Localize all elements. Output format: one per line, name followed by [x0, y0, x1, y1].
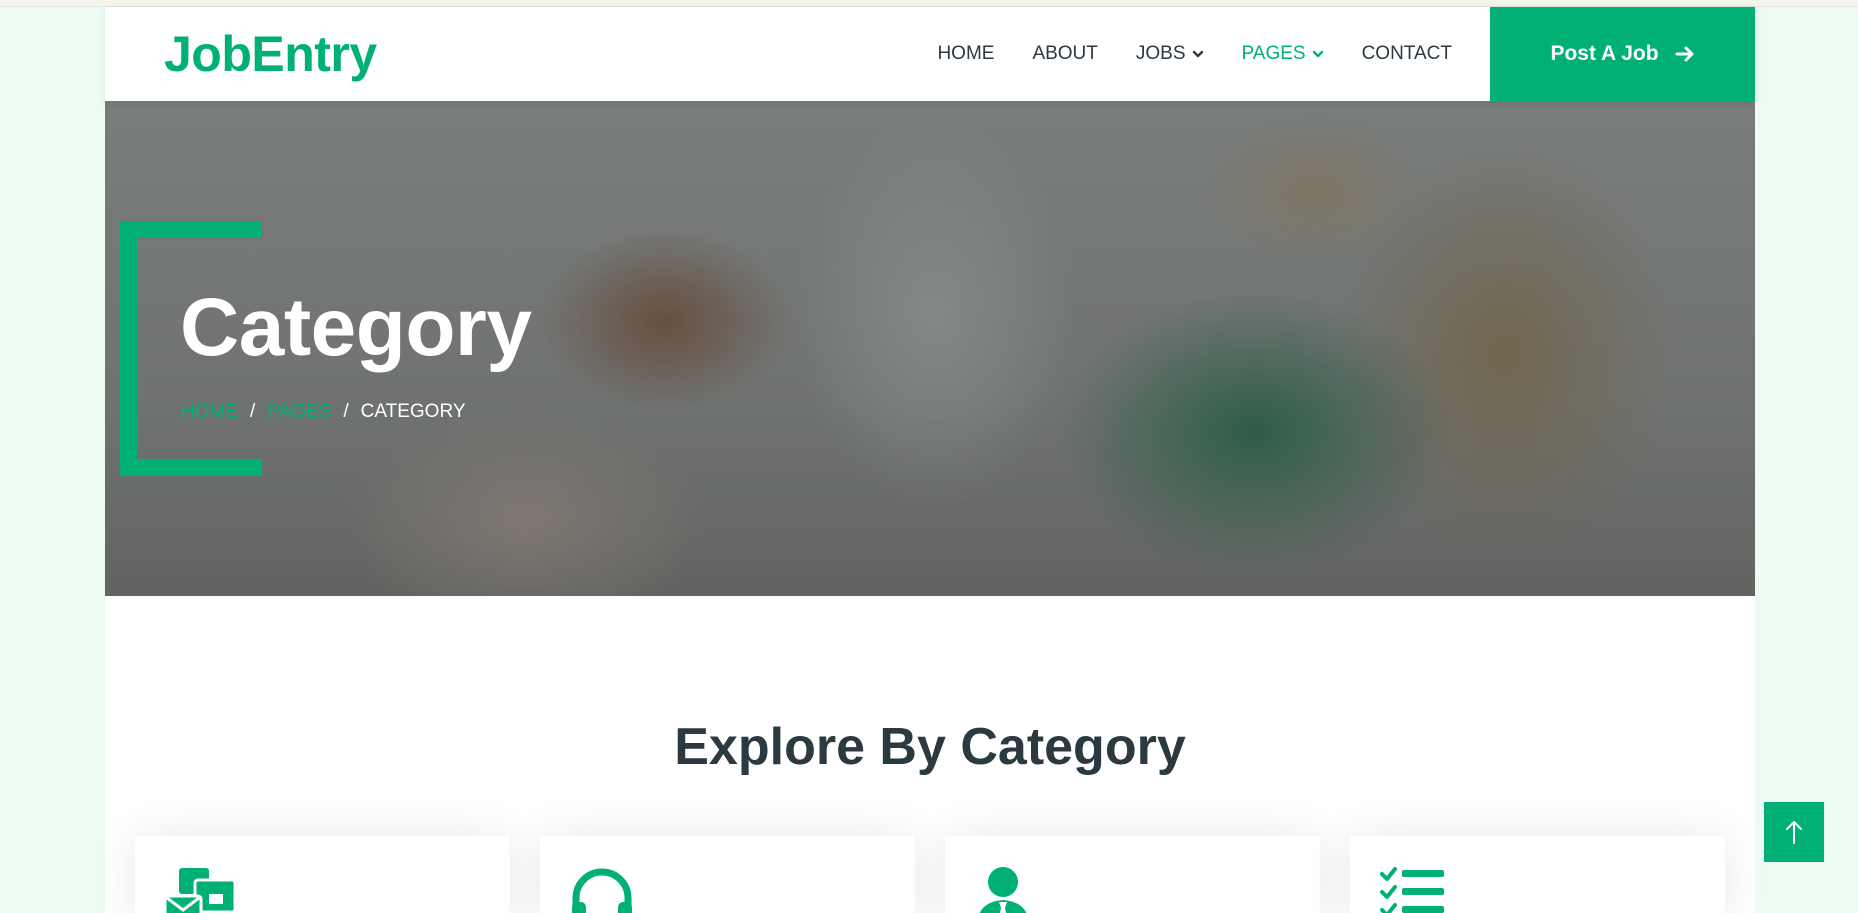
breadcrumb-home-link[interactable]: HOME — [181, 401, 238, 423]
mail-bulk-icon — [165, 868, 237, 913]
nav-item-contact[interactable]: CONTACT — [1362, 43, 1452, 65]
top-border — [0, 0, 1858, 7]
breadcrumb-separator: / — [343, 401, 349, 422]
category-card[interactable] — [1350, 836, 1725, 913]
hero-banner: Category HOME / PAGES / CATEGORY — [105, 101, 1755, 596]
post-a-job-button[interactable]: Post A Job — [1490, 7, 1755, 101]
back-to-top-button[interactable] — [1764, 802, 1824, 862]
nav-item-home[interactable]: HOME — [937, 43, 994, 65]
navbar: JobEntry HOME ABOUT JOBS PAGES CONTACT P… — [105, 7, 1755, 101]
category-cards — [135, 836, 1725, 913]
page-title: Category — [180, 282, 532, 373]
nav-item-about[interactable]: ABOUT — [1032, 43, 1097, 65]
nav-item-label: HOME — [937, 43, 995, 64]
nav-item-label: JOBS — [1135, 43, 1186, 64]
breadcrumb-separator: / — [250, 401, 256, 422]
category-card[interactable] — [945, 836, 1320, 913]
arrow-up-icon — [1786, 821, 1802, 844]
chevron-down-icon — [1192, 50, 1203, 58]
category-card[interactable] — [540, 836, 915, 913]
headset-icon — [572, 868, 632, 913]
nav-item-jobs[interactable]: JOBS — [1136, 43, 1204, 65]
breadcrumb-pages-link[interactable]: PAGES — [267, 401, 331, 423]
chevron-down-icon — [1312, 50, 1323, 58]
breadcrumb-current: CATEGORY — [360, 401, 466, 422]
arrow-right-icon — [1675, 46, 1694, 62]
user-tie-icon — [979, 867, 1027, 913]
nav-item-label: ABOUT — [1032, 43, 1098, 64]
nav-item-label: PAGES — [1241, 43, 1306, 64]
breadcrumb: HOME / PAGES / CATEGORY — [181, 401, 466, 423]
post-a-job-label: Post A Job — [1550, 42, 1659, 65]
page-container: JobEntry HOME ABOUT JOBS PAGES CONTACT P… — [105, 7, 1755, 913]
nav-item-label: CONTACT — [1361, 43, 1452, 64]
main-nav: HOME ABOUT JOBS PAGES CONTACT — [899, 7, 1452, 101]
category-card[interactable] — [135, 836, 510, 913]
section-title: Explore By Category — [674, 718, 1186, 776]
tasks-list-icon — [1380, 867, 1444, 913]
brand-logo[interactable]: JobEntry — [164, 25, 377, 83]
nav-item-pages[interactable]: PAGES — [1242, 43, 1324, 65]
